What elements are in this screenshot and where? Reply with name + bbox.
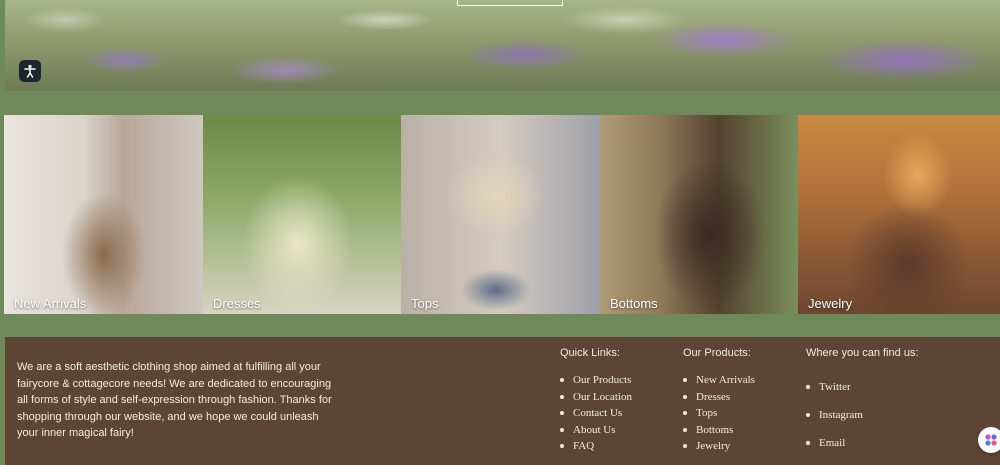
footer-link-bottoms[interactable]: Bottoms [683,422,755,439]
social-link-twitter[interactable]: Twitter [806,373,919,401]
bullet-icon [806,385,810,389]
bullet-icon [560,378,564,383]
hero-banner-image [5,0,1000,91]
footer-link-dresses[interactable]: Dresses [683,389,755,406]
link-label: New Arrivals [696,374,755,387]
link-label: FAQ [573,440,595,453]
bullet-icon [560,427,564,432]
social-link-instagram[interactable]: Instagram [806,401,919,429]
footer-link-our-location[interactable]: Our Location [560,389,632,406]
link-label: Twitter [819,381,851,393]
link-label: Email [819,437,846,449]
category-label: Jewelry [808,296,853,311]
social-link-email[interactable]: Email [806,429,919,457]
category-label: Tops [411,296,439,311]
category-tile-jewelry[interactable]: Jewelry [798,115,1000,314]
category-tile-dresses[interactable]: Dresses [203,115,401,314]
hero-cta-button[interactable] [457,0,563,6]
accessibility-button[interactable] [19,60,41,82]
category-tile-bottoms[interactable]: Bottoms [600,115,798,314]
link-label: Instagram [819,409,863,421]
footer-link-new-arrivals[interactable]: New Arrivals [683,372,755,389]
bullet-icon [806,441,810,445]
site-footer: We are a soft aesthetic clothing shop ai… [5,337,1000,465]
bullet-icon [560,444,564,449]
link-label: Jewelry [696,440,731,453]
about-text: We are a soft aesthetic clothing shop ai… [17,361,332,439]
link-label: Our Location [573,390,632,403]
link-label: Contact Us [573,407,623,420]
category-label: Bottoms [610,296,658,311]
find-us-column: Where you can find us: Twitter Instagram… [806,347,919,457]
category-gallery: New Arrivals Dresses Tops Bottoms Jewelr… [4,115,1000,314]
category-label: New Arrivals [14,296,87,311]
footer-link-faq[interactable]: FAQ [560,438,632,455]
chat-widget-icon [985,434,997,446]
footer-link-jewelry[interactable]: Jewelry [683,438,755,455]
footer-link-about-us[interactable]: About Us [560,422,632,439]
footer-link-our-products[interactable]: Our Products [560,372,632,389]
accessibility-icon [24,64,36,78]
link-label: About Us [573,423,616,436]
category-tile-new-arrivals[interactable]: New Arrivals [4,115,203,314]
footer-link-contact-us[interactable]: Contact Us [560,405,632,422]
link-label: Dresses [696,390,731,403]
bullet-icon [683,411,687,416]
bullet-icon [560,394,564,399]
category-label: Dresses [213,296,261,311]
bullet-icon [806,413,810,417]
chat-widget-button[interactable] [978,427,1000,453]
link-label: Tops [696,407,718,420]
category-tile-tops[interactable]: Tops [401,115,600,314]
bullet-icon [683,444,687,449]
footer-link-tops[interactable]: Tops [683,405,755,422]
quick-links-title: Quick Links: [560,347,620,359]
bullet-icon [683,427,687,432]
bullet-icon [560,411,564,416]
link-label: Our Products [573,374,632,387]
our-products-column: Our Products: New Arrivals Dresses Tops … [683,347,755,455]
our-products-title: Our Products: [683,347,751,359]
bullet-icon [683,378,687,383]
link-label: Bottoms [696,423,734,436]
bullet-icon [683,394,687,399]
quick-links-column: Quick Links: Our Products Our Location C… [560,347,632,455]
find-us-title: Where you can find us: [806,347,919,359]
